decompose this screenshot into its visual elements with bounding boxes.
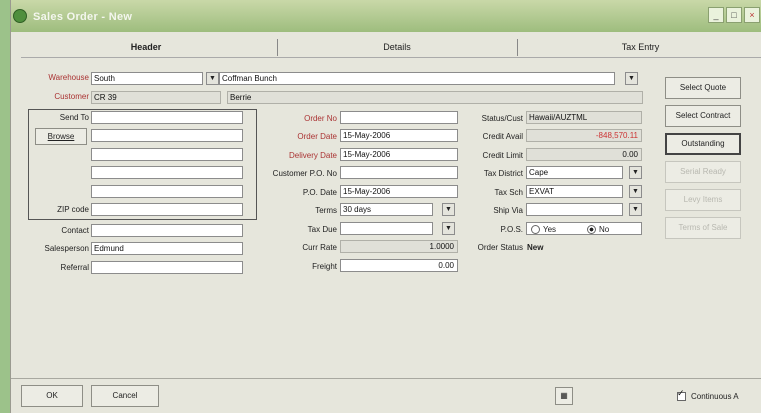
sales-order-window: Sales Order - New _ □ × Header Details T…: [10, 0, 761, 413]
credit-limit-field: 0.00: [526, 148, 642, 161]
tab-divider: [517, 39, 518, 56]
order-no-field[interactable]: [340, 111, 458, 124]
order-status-value: New: [527, 243, 544, 252]
tax-sch-dropdown-icon[interactable]: ▼: [629, 185, 642, 198]
contact-label: Contact: [61, 226, 89, 235]
terms-field[interactable]: 30 days: [340, 203, 433, 216]
warehouse-label: Warehouse: [48, 73, 89, 82]
minimize-button[interactable]: _: [708, 7, 724, 23]
customer-po-field[interactable]: [340, 166, 458, 179]
send-to-line-1[interactable]: [91, 111, 243, 124]
ship-via-dropdown-icon[interactable]: ▼: [629, 203, 642, 216]
cancel-button[interactable]: Cancel: [91, 385, 159, 407]
status-cust-label: Status/Cust: [481, 114, 523, 123]
credit-limit-label: Credit Limit: [482, 151, 523, 160]
app-icon: [13, 9, 27, 23]
tax-sch-label: Tax Sch: [494, 188, 523, 197]
order-no-label: Order No: [304, 114, 337, 123]
tax-district-label: Tax District: [483, 169, 523, 178]
select-contract-button[interactable]: Select Contract: [665, 105, 741, 127]
delivery-date-field[interactable]: 15-May-2006: [340, 148, 458, 161]
freight-field[interactable]: 0.00: [340, 259, 458, 272]
warehouse-dropdown-icon[interactable]: ▼: [206, 72, 219, 85]
serial-ready-button[interactable]: Serial Ready: [665, 161, 741, 183]
pos-yes-label: Yes: [543, 225, 557, 234]
close-button[interactable]: ×: [744, 7, 760, 23]
pos-label: P.O.S.: [500, 225, 523, 234]
referral-label: Referral: [60, 263, 89, 272]
customer-code-field: CR 39: [91, 91, 221, 104]
curr-rate-field: 1.0000: [340, 240, 458, 253]
status-cust-field: Hawaii/AUZTML: [526, 111, 642, 124]
maximize-button[interactable]: □: [726, 7, 742, 23]
ok-button[interactable]: OK: [21, 385, 83, 407]
customer-extra-field: Berrie: [227, 91, 643, 104]
curr-rate-label: Curr Rate: [302, 243, 337, 252]
terms-label: Terms: [315, 206, 337, 215]
referral-field[interactable]: [91, 261, 243, 274]
ship-via-label: Ship Via: [493, 206, 523, 215]
order-date-field[interactable]: 15-May-2006: [340, 129, 458, 142]
customer-po-label: Customer P.O. No: [272, 169, 337, 178]
po-date-label: P.O. Date: [302, 188, 337, 197]
send-to-line-4[interactable]: [91, 166, 243, 179]
pos-no-label: No: [599, 225, 610, 234]
tax-due-label: Tax Due: [307, 225, 337, 234]
check-icon: ✓: [677, 388, 685, 398]
zip-code-label: ZIP code: [57, 205, 89, 214]
ship-via-field[interactable]: [526, 203, 623, 216]
contact-field[interactable]: [91, 224, 243, 237]
pos-yes-radio[interactable]: [531, 225, 540, 234]
tax-sch-field[interactable]: EXVAT: [526, 185, 623, 198]
tax-due-field[interactable]: [340, 222, 433, 235]
send-to-line-5[interactable]: [91, 185, 243, 198]
tab-details[interactable]: Details: [279, 36, 515, 58]
outstanding-button[interactable]: Outstanding: [665, 133, 741, 155]
window-title: Sales Order - New: [33, 11, 133, 23]
tab-strip: Header Details Tax Entry: [21, 36, 761, 58]
customer-label: Customer: [54, 92, 89, 101]
tax-district-dropdown-icon[interactable]: ▼: [629, 166, 642, 179]
zip-code-field[interactable]: [91, 203, 243, 216]
freight-label: Freight: [312, 262, 337, 271]
levy-items-button[interactable]: Levy Items: [665, 189, 741, 211]
continuous-label: Continuous A: [691, 392, 739, 401]
select-quote-button[interactable]: Select Quote: [665, 77, 741, 99]
terms-dropdown-icon[interactable]: ▼: [442, 203, 455, 216]
tab-tax-entry[interactable]: Tax Entry: [519, 36, 761, 58]
salesperson-field[interactable]: Edmund: [91, 242, 243, 255]
terms-of-sale-button[interactable]: Terms of Sale: [665, 217, 741, 239]
send-to-line-3[interactable]: [91, 148, 243, 161]
browse-button[interactable]: Browse: [35, 128, 87, 145]
tax-district-field[interactable]: Cape: [526, 166, 623, 179]
customer-name-dropdown-icon[interactable]: ▼: [625, 72, 638, 85]
tab-divider: [277, 39, 278, 56]
salesperson-label: Salesperson: [44, 244, 89, 253]
order-date-label: Order Date: [297, 132, 337, 141]
customer-name-field[interactable]: Coffman Bunch: [219, 72, 615, 85]
bottom-bar: OK Cancel ▦ ✓ Continuous A: [11, 378, 761, 413]
credit-avail-label: Credit Avail: [482, 132, 523, 141]
order-status-label: Order Status: [477, 243, 523, 252]
delivery-date-label: Delivery Date: [288, 151, 337, 160]
warehouse-field[interactable]: South: [91, 72, 203, 85]
pos-no-radio[interactable]: [587, 225, 596, 234]
calendar-icon[interactable]: ▦: [555, 387, 573, 405]
send-to-line-2[interactable]: [91, 129, 243, 142]
tab-header[interactable]: Header: [21, 36, 271, 58]
tax-due-dropdown-icon[interactable]: ▼: [442, 222, 455, 235]
credit-avail-field: -848,570.11: [526, 129, 642, 142]
title-bar[interactable]: Sales Order - New _ □ ×: [11, 0, 761, 32]
send-to-label: Send To: [59, 113, 89, 122]
po-date-field[interactable]: 15-May-2006: [340, 185, 458, 198]
